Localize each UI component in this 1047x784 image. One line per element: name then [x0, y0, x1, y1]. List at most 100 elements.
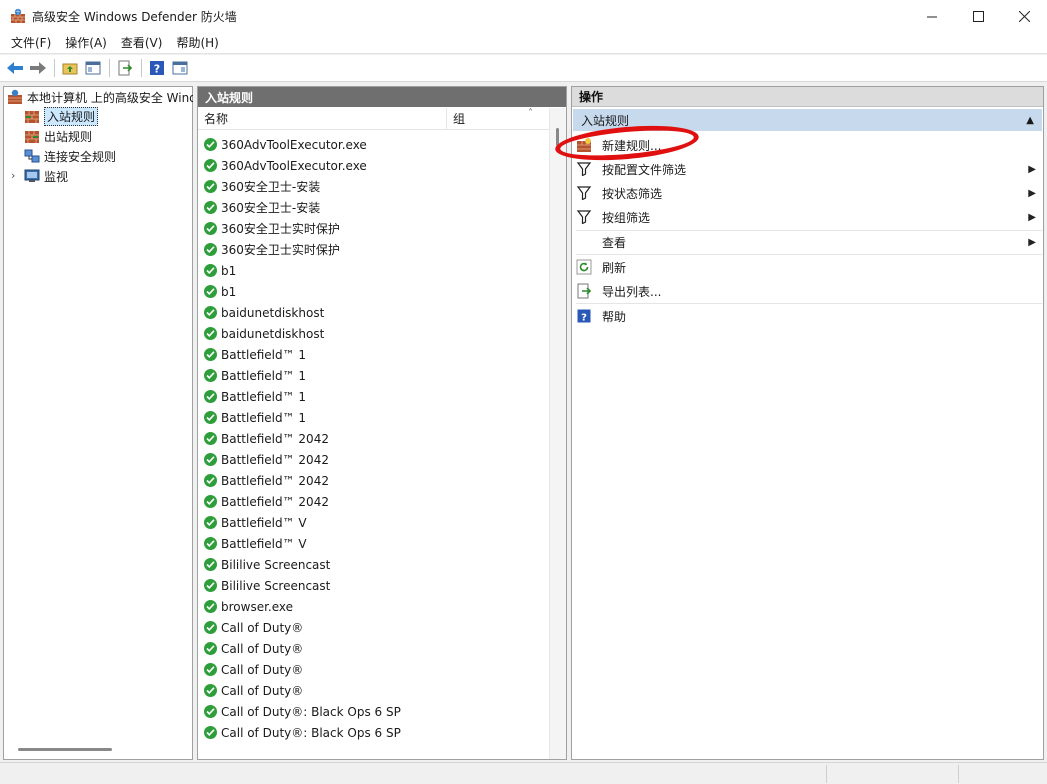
rule-name: Bililive Screencast: [221, 557, 331, 572]
table-row[interactable]: Call of Duty®: [198, 617, 550, 638]
table-row[interactable]: Call of Duty®: [198, 680, 550, 701]
sort-caret-icon: ˄: [528, 108, 533, 119]
back-button[interactable]: [4, 57, 26, 79]
export-list-icon: [576, 283, 592, 299]
show-hide-action-pane-button[interactable]: [169, 57, 191, 79]
enabled-check-icon: [204, 642, 217, 655]
table-row[interactable]: baidunetdiskhost: [198, 323, 550, 344]
filter-icon: [576, 209, 592, 225]
table-row[interactable]: baidunetdiskhost: [198, 302, 550, 323]
tree-root[interactable]: 本地计算机 上的高级安全 Windows Defender 防火墙: [7, 87, 193, 107]
new-rule-icon: [576, 137, 592, 153]
window-controls: [909, 0, 1047, 32]
rule-name: browser.exe: [221, 599, 294, 614]
table-row[interactable]: 360安全卫士实时保护: [198, 239, 550, 260]
enabled-check-icon: [204, 495, 217, 508]
rule-name: Battlefield™ V: [221, 536, 307, 551]
table-row[interactable]: Battlefield™ 1: [198, 344, 550, 365]
table-row[interactable]: b1: [198, 281, 550, 302]
refresh-icon: [576, 259, 592, 275]
table-row[interactable]: Battlefield™ 2042: [198, 470, 550, 491]
rule-name: Battlefield™ 2042: [221, 431, 329, 446]
rule-name: 360AdvToolExecutor.exe: [221, 137, 367, 152]
help-button[interactable]: ?: [146, 57, 168, 79]
table-row[interactable]: 360安全卫士-安装: [198, 176, 550, 197]
menu-action[interactable]: 操作(A): [58, 34, 114, 51]
table-row[interactable]: Battlefield™ 1: [198, 365, 550, 386]
menu-view[interactable]: 查看(V): [114, 34, 170, 51]
minimize-button[interactable]: [909, 0, 955, 32]
action-label: 按状态筛选: [602, 186, 663, 201]
rule-name: 360安全卫士-安装: [221, 180, 321, 194]
forward-button[interactable]: [27, 57, 49, 79]
action-help[interactable]: ? 帮助: [576, 304, 1042, 328]
actions-pane: 操作 入站规则 ▲ 新建规则... 按配置文件筛选 ▶ 按状态筛选 ▶ 按组筛选…: [571, 86, 1044, 760]
table-row[interactable]: 360安全卫士实时保护: [198, 218, 550, 239]
enabled-check-icon: [204, 537, 217, 550]
expand-chevron-icon[interactable]: ›: [11, 169, 15, 182]
tree-item-monitoring[interactable]: 监视: [24, 166, 68, 186]
tree-item-connection-security-rules[interactable]: 连接安全规则: [24, 146, 116, 166]
table-row[interactable]: Call of Duty®: Black Ops 6 SP: [198, 722, 550, 743]
tree-item-label: 监视: [44, 169, 69, 184]
close-button[interactable]: [1001, 0, 1047, 32]
column-header-group[interactable]: 组: [447, 108, 550, 129]
rule-name: Battlefield™ 1: [221, 347, 307, 362]
table-row[interactable]: 360安全卫士-安装: [198, 197, 550, 218]
table-row[interactable]: Battlefield™ 1: [198, 407, 550, 428]
column-headers: 名称 组 ˄: [198, 108, 550, 130]
connection-security-icon: [24, 149, 40, 163]
action-label: 导出列表...: [602, 284, 662, 299]
action-filter-by-state[interactable]: 按状态筛选 ▶: [576, 181, 1042, 205]
up-level-button[interactable]: [59, 57, 81, 79]
forward-arrow-icon: [30, 62, 46, 74]
table-row[interactable]: browser.exe: [198, 596, 550, 617]
enabled-check-icon: [204, 201, 217, 214]
tree-item-inbound-rules[interactable]: 入站规则: [24, 106, 99, 126]
table-row[interactable]: 360AdvToolExecutor.exe: [198, 155, 550, 176]
window-title: 高级安全 Windows Defender 防火墙: [32, 9, 237, 24]
actions-section-inbound-rules[interactable]: 入站规则 ▲: [573, 109, 1042, 131]
table-row[interactable]: Battlefield™ 2042: [198, 428, 550, 449]
action-new-rule[interactable]: 新建规则...: [576, 133, 1042, 157]
maximize-icon: [972, 10, 984, 22]
table-row[interactable]: Call of Duty®: [198, 638, 550, 659]
rule-name: 360安全卫士实时保护: [221, 222, 340, 236]
scrollbar-thumb[interactable]: [556, 128, 559, 146]
action-filter-by-group[interactable]: 按组筛选 ▶: [576, 205, 1042, 229]
collapse-triangle-icon[interactable]: ▲: [1026, 115, 1034, 126]
maximize-button[interactable]: [955, 0, 1001, 32]
action-view[interactable]: 查看 ▶: [576, 230, 1042, 254]
table-row[interactable]: Call of Duty®: Black Ops 6 SP: [198, 701, 550, 722]
vertical-scrollbar[interactable]: [549, 108, 566, 759]
enabled-check-icon: [204, 516, 217, 529]
table-row[interactable]: 360AdvToolExecutor.exe: [198, 134, 550, 155]
rule-name: Battlefield™ 2042: [221, 473, 329, 488]
tree-item-outbound-rules[interactable]: 出站规则: [24, 126, 92, 146]
monitoring-icon: [24, 169, 40, 182]
horizontal-scrollbar[interactable]: [18, 748, 112, 751]
tree-item-label: 连接安全规则: [44, 149, 117, 164]
table-row[interactable]: Battlefield™ 2042: [198, 449, 550, 470]
console-tree-pane: 本地计算机 上的高级安全 Windows Defender 防火墙 入站规则 出…: [3, 86, 193, 760]
table-row[interactable]: b1: [198, 260, 550, 281]
folder-up-icon: [62, 63, 78, 75]
table-row[interactable]: Battlefield™ V: [198, 512, 550, 533]
table-row[interactable]: Battlefield™ V: [198, 533, 550, 554]
menu-file[interactable]: 文件(F): [4, 34, 58, 51]
table-row[interactable]: Call of Duty®: [198, 659, 550, 680]
export-button[interactable]: [114, 57, 136, 79]
table-row[interactable]: Battlefield™ 1: [198, 386, 550, 407]
menu-help[interactable]: 帮助(H): [169, 34, 225, 51]
show-hide-tree-button[interactable]: [82, 57, 104, 79]
toolbar-separator: [141, 59, 142, 77]
rule-name: Battlefield™ 1: [221, 368, 307, 383]
rule-name: baidunetdiskhost: [221, 305, 325, 320]
column-header-name[interactable]: 名称: [198, 108, 447, 129]
action-filter-by-profile[interactable]: 按配置文件筛选 ▶: [576, 157, 1042, 181]
table-row[interactable]: Bililive Screencast: [198, 554, 550, 575]
table-row[interactable]: Battlefield™ 2042: [198, 491, 550, 512]
action-export-list[interactable]: 导出列表...: [576, 279, 1042, 303]
action-refresh[interactable]: 刷新: [576, 255, 1042, 279]
table-row[interactable]: Bililive Screencast: [198, 575, 550, 596]
